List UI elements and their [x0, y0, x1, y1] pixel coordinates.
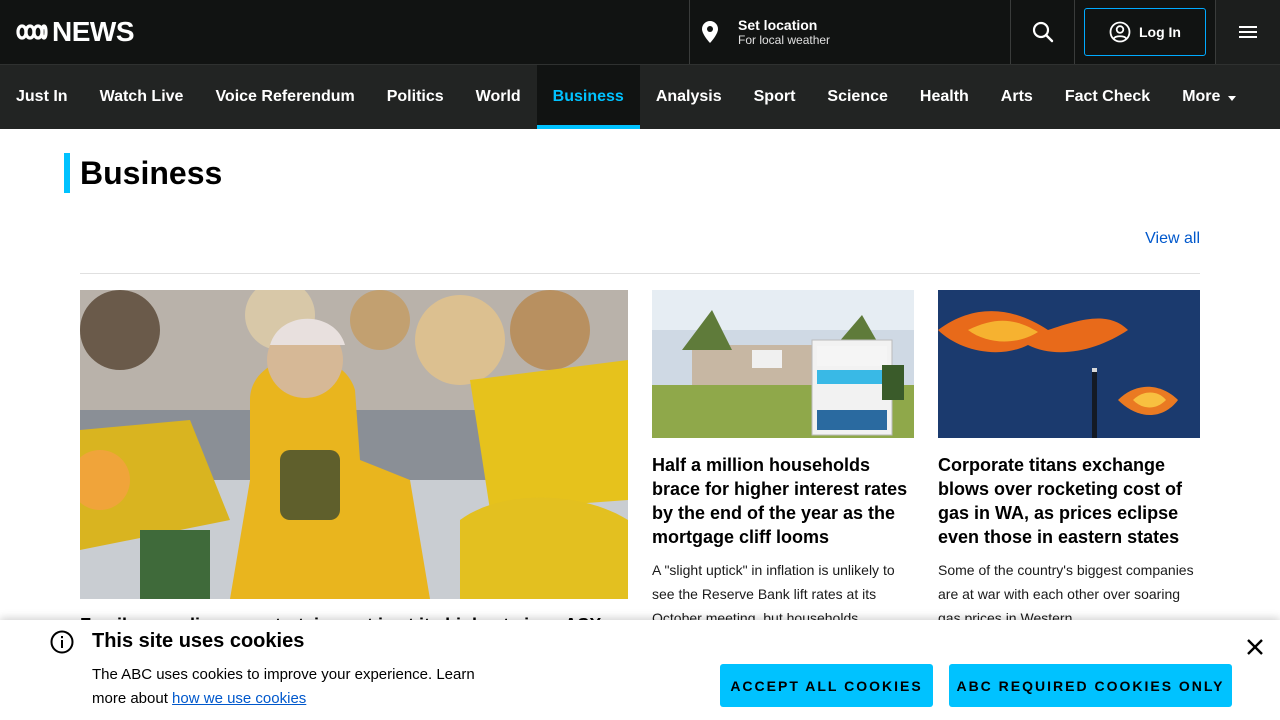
- search-button[interactable]: [1010, 0, 1074, 64]
- search-icon: [1032, 21, 1053, 43]
- nav-item-world[interactable]: World: [460, 65, 537, 129]
- login-container: Log In: [1074, 0, 1215, 64]
- nav-item-analysis[interactable]: Analysis: [640, 65, 738, 129]
- nav-item-arts[interactable]: Arts: [985, 65, 1049, 129]
- story-headline-gas-prices[interactable]: Corporate titans exchange blows over roc…: [938, 453, 1200, 549]
- nav-item-science[interactable]: Science: [811, 65, 903, 129]
- nav-item-more[interactable]: More: [1166, 65, 1252, 129]
- menu-button[interactable]: [1215, 0, 1280, 64]
- page-title: Business: [80, 155, 223, 191]
- login-button[interactable]: Log In: [1084, 8, 1206, 56]
- cookie-policy-link[interactable]: how we use cookies: [172, 690, 306, 707]
- nav-item-just-in[interactable]: Just In: [0, 65, 84, 129]
- caret-down-icon: [1228, 95, 1237, 101]
- nav-item-politics[interactable]: Politics: [371, 65, 460, 129]
- nav-more-label: More: [1182, 88, 1221, 105]
- nav-item-voice-referendum[interactable]: Voice Referendum: [199, 65, 370, 129]
- set-location-button[interactable]: Set location For local weather: [689, 0, 1011, 64]
- required-cookies-only-button[interactable]: ABC REQUIRED COOKIES ONLY: [949, 664, 1232, 707]
- story-image-crowd[interactable]: [80, 290, 628, 599]
- close-icon[interactable]: [1243, 635, 1267, 659]
- location-title: Set location: [738, 17, 818, 33]
- story-headline-interest-rates[interactable]: Half a million households brace for high…: [652, 453, 914, 549]
- nav-item-watch-live[interactable]: Watch Live: [84, 65, 200, 129]
- accept-all-cookies-button[interactable]: ACCEPT ALL COOKIES: [720, 664, 933, 707]
- story-image-for-sale[interactable]: [652, 290, 914, 438]
- cookie-title: This site uses cookies: [92, 630, 305, 652]
- cookie-body: The ABC uses cookies to improve your exp…: [92, 663, 492, 711]
- login-label: Log In: [1139, 24, 1181, 40]
- top-header: NEWS Set location For local weather Log …: [0, 0, 1280, 64]
- abc-news-logo[interactable]: NEWS: [16, 16, 135, 47]
- cookie-banner: This site uses cookies The ABC uses cook…: [0, 620, 1280, 720]
- info-icon: [50, 630, 74, 654]
- abc-logo-icon: [16, 24, 48, 40]
- story-image-gas-flare[interactable]: [938, 290, 1200, 438]
- main-navigation: Just In Watch Live Voice Referendum Poli…: [0, 64, 1280, 129]
- section-divider: [80, 273, 1200, 274]
- logo-text: NEWS: [52, 16, 135, 47]
- location-subtitle: For local weather: [738, 33, 831, 47]
- hamburger-icon: [1239, 26, 1257, 38]
- user-icon: [1109, 21, 1131, 43]
- view-all-link[interactable]: View all: [1145, 230, 1200, 248]
- nav-item-sport[interactable]: Sport: [738, 65, 812, 129]
- nav-item-business[interactable]: Business: [536, 65, 640, 129]
- section-accent-bar: [64, 153, 70, 193]
- location-pin-icon: [702, 20, 722, 44]
- nav-item-fact-check[interactable]: Fact Check: [1049, 65, 1166, 129]
- nav-item-health[interactable]: Health: [904, 65, 985, 129]
